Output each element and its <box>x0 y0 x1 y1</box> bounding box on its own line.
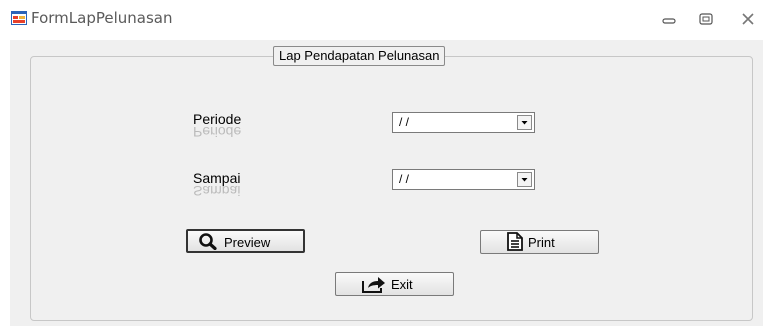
exit-arrow-icon <box>362 277 385 293</box>
print-button[interactable]: Print <box>480 230 599 254</box>
exit-button-label: Exit <box>391 277 413 292</box>
minimize-icon[interactable] <box>660 12 678 26</box>
close-icon[interactable] <box>740 12 758 26</box>
sampai-dropdown-button[interactable] <box>517 172 532 187</box>
preview-button[interactable]: Preview <box>186 229 305 253</box>
group-title: Lap Pendapatan Pelunasan <box>273 46 446 66</box>
sampai-label-text: Sampai <box>193 170 241 186</box>
chevron-down-icon <box>521 178 528 182</box>
magnifier-icon <box>199 233 217 250</box>
periode-date-value: / / <box>399 115 410 129</box>
preview-button-label: Preview <box>224 235 271 250</box>
periode-dropdown-button[interactable] <box>517 115 532 130</box>
periode-date-picker[interactable]: / / <box>392 112 535 133</box>
maximize-icon[interactable] <box>697 12 715 26</box>
sampai-label: Sampai Sampai <box>193 170 241 199</box>
exit-button[interactable]: Exit <box>335 272 454 296</box>
chevron-down-icon <box>521 121 528 125</box>
title-bar: FormLapPelunasan <box>0 0 763 40</box>
periode-label-text: Periode <box>193 111 242 127</box>
sampai-date-picker[interactable]: / / <box>392 169 535 190</box>
document-icon <box>507 232 523 251</box>
form-icon <box>11 11 27 25</box>
periode-label: Periode Periode <box>193 111 242 140</box>
window-title: FormLapPelunasan <box>31 9 173 27</box>
sampai-date-value: / / <box>399 172 410 186</box>
print-button-label: Print <box>528 235 555 250</box>
